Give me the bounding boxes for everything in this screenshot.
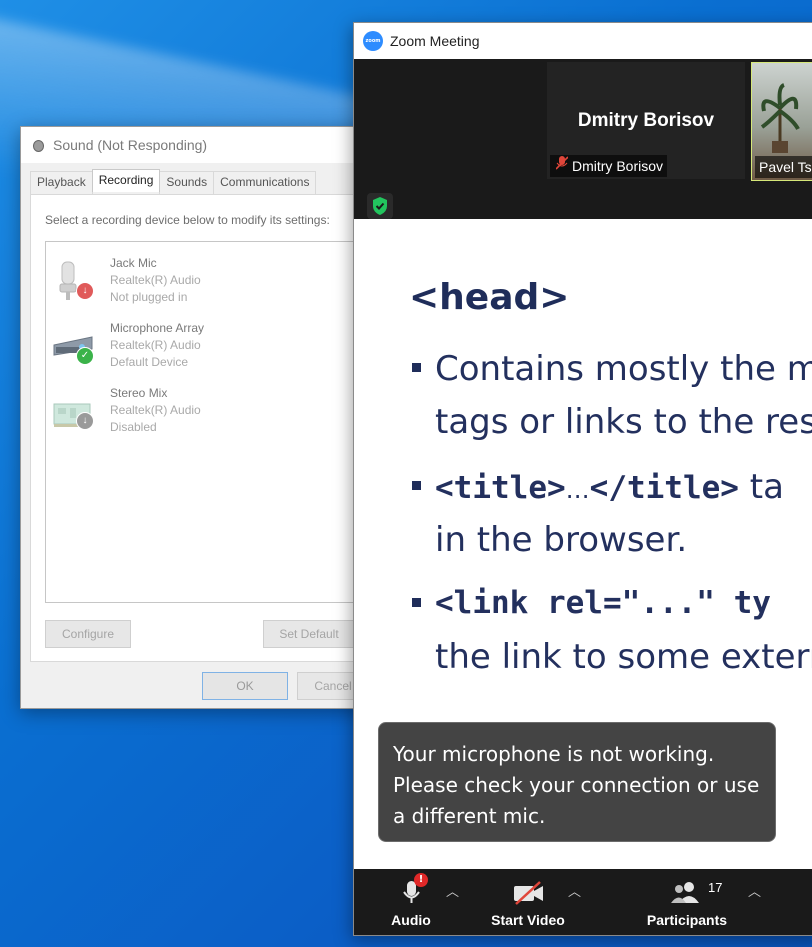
zoom-window: zoom Zoom Meeting Dmitry Borisov Dmitry … (353, 22, 812, 936)
device-driver: Realtek(R) Audio (110, 273, 201, 287)
device-status: Disabled (110, 420, 157, 434)
sound-tabs: Playback Recording Sounds Communications (21, 163, 366, 194)
slide-line-6: the link to some extern (435, 637, 812, 677)
slide-line-3: <title>…</title> ta (435, 467, 784, 507)
video-off-icon (514, 881, 543, 905)
toast-line-1: Your microphone is not working. (393, 742, 715, 766)
code-title-open: <title> (435, 470, 566, 506)
device-driver: Realtek(R) Audio (110, 403, 201, 417)
participants-icon (671, 882, 699, 903)
participants-count: 17 (708, 880, 723, 895)
sound-dialog-title: Sound (Not Responding) (53, 137, 208, 153)
tab-recording[interactable]: Recording (91, 169, 161, 192)
participants-label: Participants (646, 912, 728, 928)
plant-image (760, 83, 800, 153)
tab-sounds[interactable]: Sounds (159, 171, 215, 194)
device-list[interactable]: ↓ Jack Mic Realtek(R) Audio Not plugged … (45, 241, 376, 603)
device-status: Not plugged in (110, 290, 188, 304)
start-video-button[interactable]: Start Video (484, 869, 572, 935)
participant-name: Dmitry Borisov (572, 158, 664, 174)
tab-communications[interactable]: Communications (213, 171, 317, 194)
security-shield-icon[interactable] (367, 193, 393, 219)
configure-button[interactable]: Configure (45, 620, 131, 648)
slide-line-2: tags or links to the reso (435, 402, 812, 442)
mic-warning-toast: Your microphone is not working. Please c… (378, 722, 776, 842)
audio-options-chevron-icon[interactable]: ︿ (446, 881, 459, 900)
audio-label: Audio (391, 912, 431, 928)
zoom-titlebar[interactable]: zoom Zoom Meeting (354, 23, 812, 59)
bullet-icon (412, 598, 421, 607)
participants-options-chevron-icon[interactable]: ︿ (748, 881, 761, 900)
ok-button[interactable]: OK (202, 672, 288, 700)
participant-big-name: Dmitry Borisov (577, 110, 715, 131)
video-options-chevron-icon[interactable]: ︿ (568, 881, 581, 900)
tab-playback[interactable]: Playback (30, 171, 93, 194)
sound-dialog: Sound (Not Responding) Playback Recordin… (20, 126, 376, 709)
toast-line-2: Please check your connection or use (393, 773, 760, 797)
device-name: Jack Mic (110, 256, 157, 270)
participant-name-tag: Dmitry Borisov (550, 155, 668, 177)
code-title-close: </title> (589, 470, 739, 506)
slide-line-4: in the browser. (435, 520, 688, 560)
device-microphone-array[interactable]: ✓ Microphone Array Realtek(R) Audio Defa… (46, 315, 366, 375)
meeting-toolbar: ! Audio ︿ Start Video ︿ 17 Participants … (354, 869, 812, 935)
slide-line-3-rest: ta (738, 467, 784, 507)
recording-hint: Select a recording device below to modif… (45, 213, 330, 227)
dialog-footer: OK Cancel (21, 662, 369, 708)
slide-heading: <head> (409, 277, 570, 318)
default-device-check-icon: ✓ (76, 347, 94, 365)
device-jack-mic[interactable]: ↓ Jack Mic Realtek(R) Audio Not plugged … (46, 250, 366, 310)
zoom-logo-icon: zoom (363, 31, 383, 51)
audio-alert-icon: ! (414, 873, 428, 887)
device-stereo-mix[interactable]: ↓ Stereo Mix Realtek(R) Audio Disabled (46, 380, 366, 440)
bullet-icon (412, 481, 421, 490)
slide-line-5: <link rel="..." ty (435, 585, 771, 621)
start-video-label: Start Video (491, 912, 565, 928)
speaker-icon (31, 137, 47, 153)
slide-line-1: Contains mostly the m (435, 349, 812, 389)
toast-line-3: a different mic. (393, 804, 546, 828)
sound-titlebar[interactable]: Sound (Not Responding) (21, 127, 366, 163)
shared-slide: <head> Contains mostly the m tags or lin… (354, 219, 812, 867)
zoom-title: Zoom Meeting (390, 33, 480, 49)
ellipsis: … (565, 476, 590, 504)
device-driver: Realtek(R) Audio (110, 338, 201, 352)
device-status: Default Device (110, 355, 189, 369)
video-tile-dmitry[interactable]: Dmitry Borisov Dmitry Borisov (547, 62, 745, 179)
video-gallery: Dmitry Borisov Dmitry Borisov Pavel Ts (354, 59, 812, 219)
unplugged-badge-icon: ↓ (76, 282, 94, 300)
video-tile-pavel[interactable]: Pavel Ts (751, 62, 812, 181)
participants-button[interactable]: 17 Participants (642, 869, 732, 935)
device-name: Stereo Mix (110, 386, 168, 400)
audio-button[interactable]: ! Audio (384, 869, 438, 935)
bullet-icon (412, 363, 421, 372)
recording-panel: Select a recording device below to modif… (30, 194, 376, 662)
muted-mic-icon (555, 155, 569, 177)
disabled-badge-icon: ↓ (76, 412, 94, 430)
set-default-button[interactable]: Set Default (263, 620, 355, 648)
device-name: Microphone Array (110, 321, 205, 335)
participant-name-tag: Pavel Ts (755, 156, 812, 178)
